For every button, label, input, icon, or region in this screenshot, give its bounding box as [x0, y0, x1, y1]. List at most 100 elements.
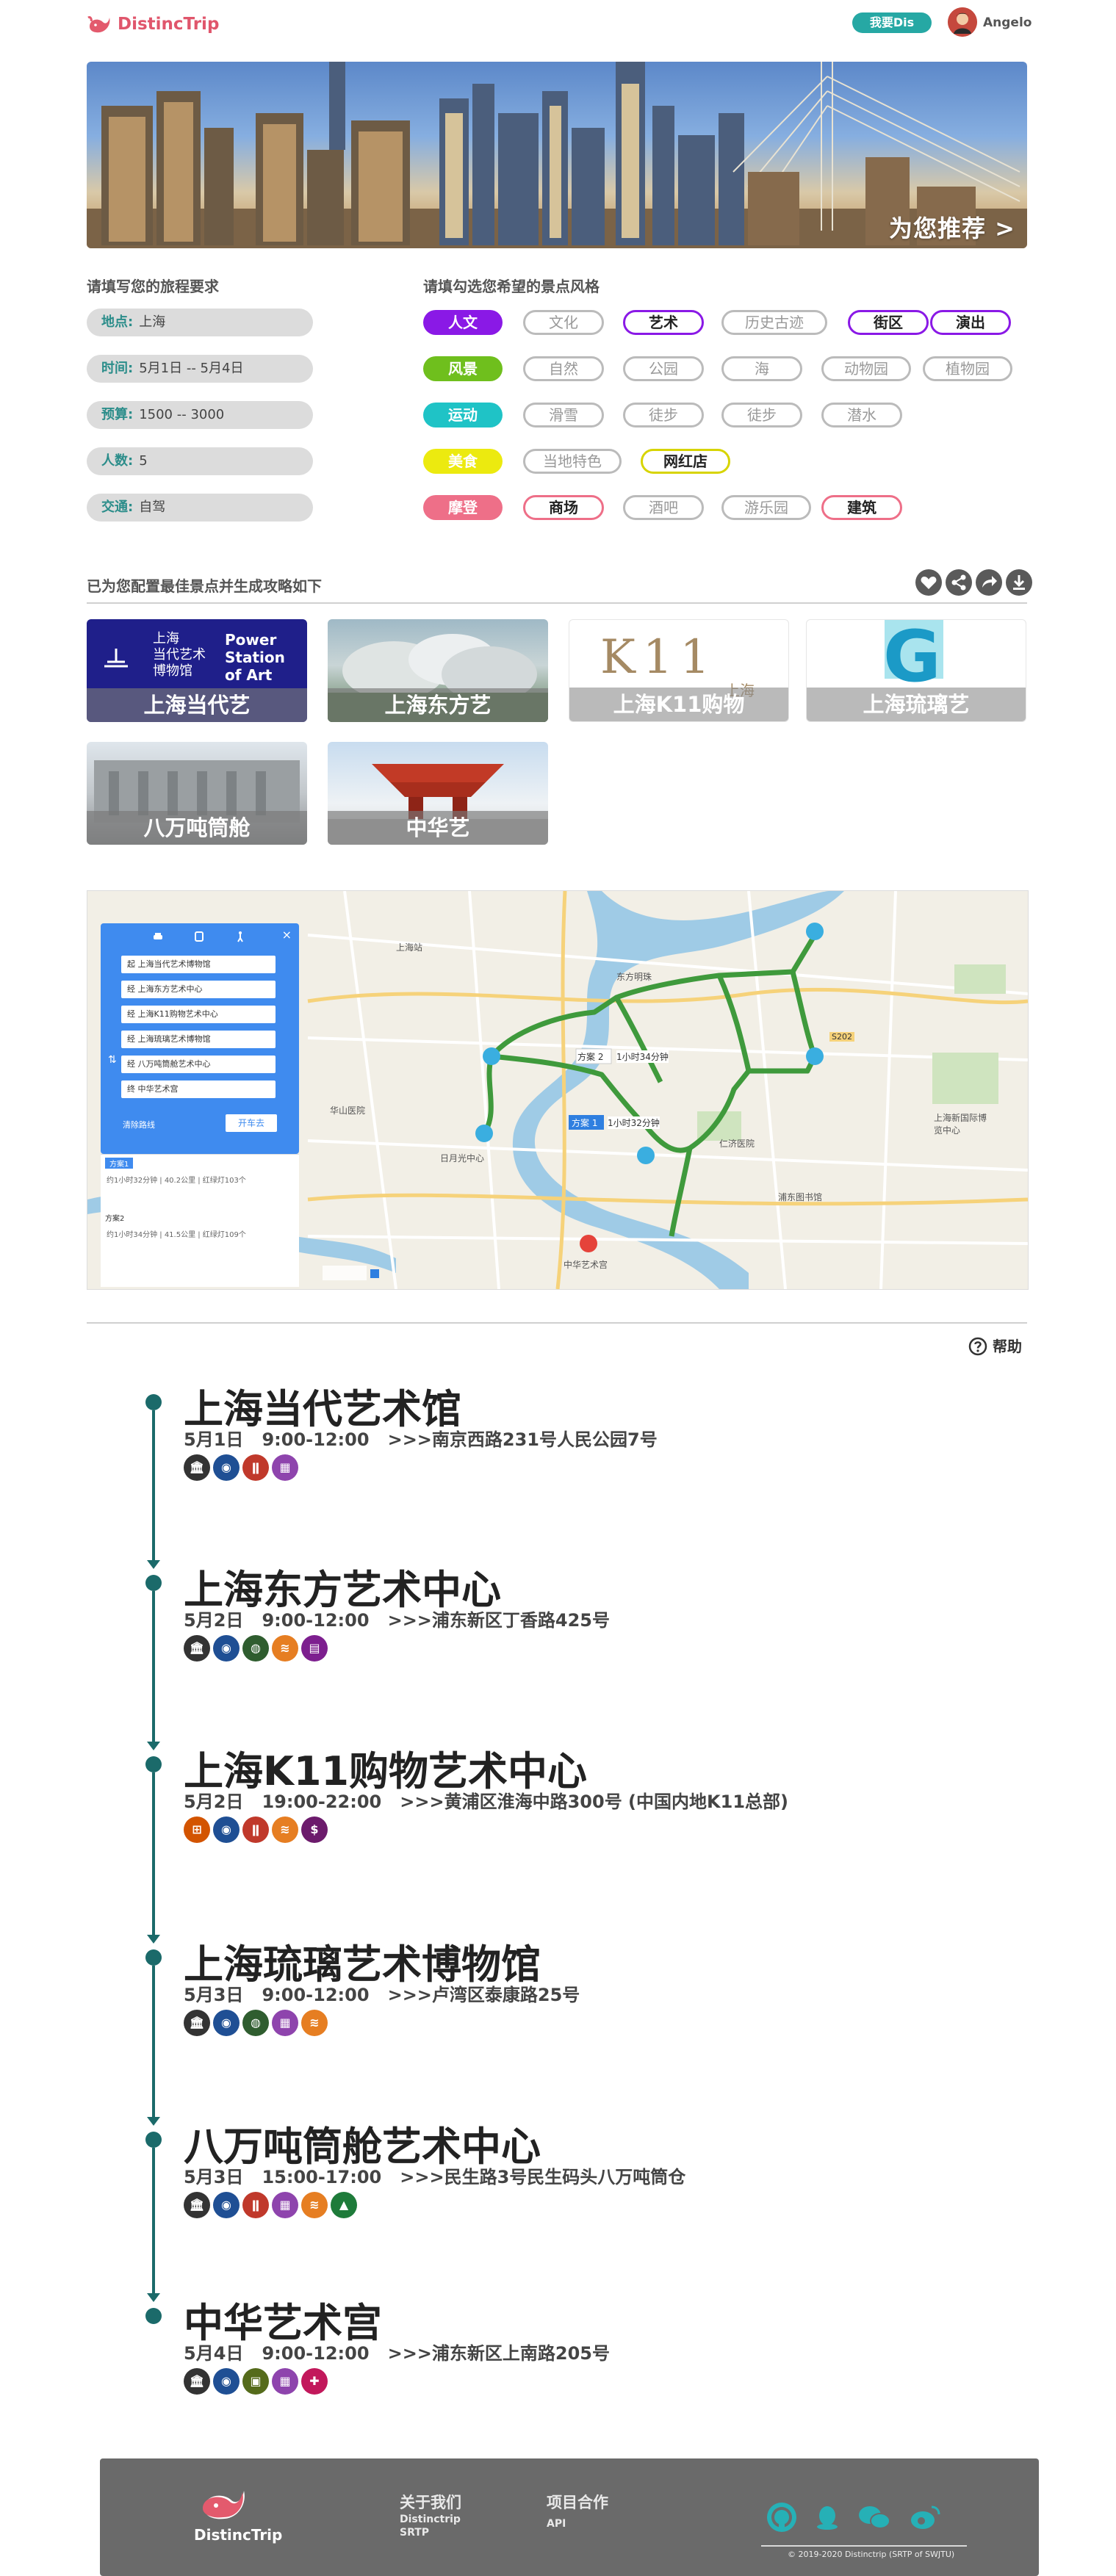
form-field-value[interactable]: 5月1日 -- 5月4日: [139, 361, 243, 376]
style-tag[interactable]: 网红店: [641, 449, 730, 474]
form-field-label: 人数:: [101, 453, 134, 469]
route-stop-field[interactable]: 经 上海琉璃艺术博物馆: [121, 1031, 276, 1048]
map-place: 仁济医院: [719, 1139, 755, 1149]
style-tag[interactable]: 公园: [623, 356, 704, 381]
form-field[interactable]: 时间: 5月1日 -- 5月4日: [87, 355, 313, 383]
username: Angelo: [983, 15, 1032, 30]
bus-mode-icon[interactable]: [193, 931, 205, 942]
style-tag[interactable]: 商场: [523, 495, 604, 520]
map-place: 中华艺术宫: [564, 1260, 608, 1270]
style-tag[interactable]: 文化: [523, 310, 604, 335]
form-field-value[interactable]: 1500 -- 3000: [139, 407, 224, 422]
form-field-value[interactable]: 5: [139, 453, 147, 469]
recommend-link[interactable]: 为您推荐 >: [889, 210, 1015, 244]
attraction-card[interactable]: 中华艺: [328, 742, 548, 845]
style-category-button[interactable]: 风景: [423, 356, 503, 381]
coop-line[interactable]: API: [547, 2517, 566, 2530]
github-icon[interactable]: [767, 2503, 796, 2532]
coop-title[interactable]: 项目合作: [547, 2491, 608, 2513]
route-label[interactable]: 方案 1: [572, 1116, 597, 1129]
weibo-icon[interactable]: [908, 2503, 943, 2532]
timeline-line: [152, 1591, 155, 1743]
swap-icon[interactable]: ⇅: [108, 1054, 117, 1066]
route-stop-field[interactable]: 经 上海K11购物艺术中心: [121, 1006, 276, 1023]
style-tag[interactable]: 街区: [848, 310, 929, 335]
power-station-en-line: Power: [225, 631, 277, 649]
forward-icon[interactable]: [976, 569, 1002, 596]
wechat-icon[interactable]: [857, 2503, 892, 2532]
qq-icon[interactable]: [813, 2503, 842, 2532]
download-icon[interactable]: [1006, 569, 1032, 596]
route-label[interactable]: 方案 2: [577, 1050, 603, 1063]
route-map[interactable]: 方案 2 1小时34分钟 方案 1 1小时32分钟 上海站 东方明珠 华山医院 …: [87, 890, 1029, 1290]
style-tag[interactable]: 当地特色: [523, 449, 622, 474]
about-line[interactable]: Distinctrip: [400, 2513, 461, 2526]
style-tag[interactable]: 自然: [523, 356, 604, 381]
timeline-dot: [145, 1575, 162, 1591]
mine-button[interactable]: 我要Dis: [852, 12, 932, 33]
style-category-button[interactable]: 运动: [423, 403, 503, 427]
car-mode-icon[interactable]: [152, 931, 164, 942]
camera-icon: ◉: [213, 1454, 240, 1481]
help-link[interactable]: 帮助: [968, 1335, 1022, 1356]
route-planner-panel: × ⇅ 起 上海当代艺术博物馆 经 上海东方艺术中心 经 上海K11购物艺术中心…: [101, 923, 299, 1154]
route-time: 1小时34分钟: [616, 1050, 669, 1063]
form-field[interactable]: 人数: 5: [87, 447, 313, 475]
logo[interactable]: DistincTrip: [87, 13, 219, 35]
avatar[interactable]: [948, 7, 977, 37]
attraction-card[interactable]: 八万吨筒舱: [87, 742, 307, 845]
plan-detail: 约1小时32分钟 | 40.2公里 | 红绿灯103个: [107, 1177, 246, 1185]
style-tag[interactable]: 滑雪: [523, 403, 604, 427]
timeline-line: [152, 2148, 155, 2295]
whale-logo-icon: [87, 16, 110, 33]
guide-icon: ▲: [331, 2192, 357, 2218]
attraction-card[interactable]: 上海东方艺: [328, 619, 548, 722]
style-tag[interactable]: 海: [721, 356, 802, 381]
favorite-icon[interactable]: [915, 569, 942, 596]
food-icon: ǁ: [242, 1816, 269, 1843]
drive-button[interactable]: 开车去: [226, 1114, 277, 1132]
style-category-button[interactable]: 人文: [423, 310, 503, 335]
style-tag[interactable]: 植物园: [923, 356, 1012, 381]
form-field[interactable]: 预算: 1500 -- 3000: [87, 401, 313, 429]
style-tag[interactable]: 建筑: [821, 495, 902, 520]
medical-icon: ✚: [301, 2368, 328, 2395]
form-field-value[interactable]: 上海: [139, 314, 165, 330]
hero-banner[interactable]: 为您推荐 >: [87, 62, 1027, 248]
style-tag[interactable]: 历史古迹: [721, 310, 827, 335]
timeline-dot: [145, 2132, 162, 2148]
footer-logo[interactable]: DistincTrip: [194, 2483, 282, 2544]
clear-route-link[interactable]: 清除路线: [123, 1119, 155, 1130]
style-tag[interactable]: 游乐园: [721, 495, 811, 520]
plan-tab[interactable]: 方案1: [105, 1158, 134, 1169]
style-tag[interactable]: 徒步: [721, 403, 802, 427]
plan-tab[interactable]: 方案2: [105, 1212, 124, 1223]
style-tag[interactable]: 动物园: [821, 356, 911, 381]
form-field[interactable]: 地点: 上海: [87, 309, 313, 336]
stop-meta: 5月4日 9:00-12:00 >>>浦东新区上南路205号: [184, 2343, 611, 2364]
form-field-label: 交通:: [101, 499, 134, 515]
attraction-card[interactable]: 上海 当代艺术 博物馆 Power Station of Art 上海当代艺: [87, 619, 307, 722]
style-tag[interactable]: 潜水: [821, 403, 902, 427]
attraction-caption: 中华艺: [328, 811, 548, 845]
style-tag[interactable]: 艺术: [623, 310, 704, 335]
close-icon[interactable]: ×: [282, 928, 292, 942]
form-field[interactable]: 交通: 自驾: [87, 494, 313, 522]
about-line[interactable]: SRTP: [400, 2526, 429, 2539]
walk-mode-icon[interactable]: [234, 931, 246, 942]
route-stop-field[interactable]: 经 上海东方艺术中心: [121, 981, 276, 998]
style-category-button[interactable]: 美食: [423, 449, 503, 474]
route-stop-field[interactable]: 起 上海当代艺术博物馆: [121, 956, 276, 973]
attraction-card[interactable]: G 上海琉璃艺: [806, 619, 1026, 722]
form-field-value[interactable]: 自驾: [139, 499, 165, 515]
share-icon[interactable]: [946, 569, 972, 596]
style-tag[interactable]: 酒吧: [623, 495, 704, 520]
route-stop-field[interactable]: 经 八万吨筒舱艺术中心: [121, 1056, 276, 1073]
attraction-card[interactable]: K11 上海 上海K11购物: [569, 619, 789, 722]
footer-divider: [761, 2545, 967, 2547]
style-tag[interactable]: 徒步: [623, 403, 704, 427]
route-stop-field[interactable]: 终 中华艺术宫: [121, 1080, 276, 1098]
about-title[interactable]: 关于我们: [400, 2491, 461, 2513]
style-category-button[interactable]: 摩登: [423, 495, 503, 520]
style-tag[interactable]: 演出: [930, 310, 1011, 335]
